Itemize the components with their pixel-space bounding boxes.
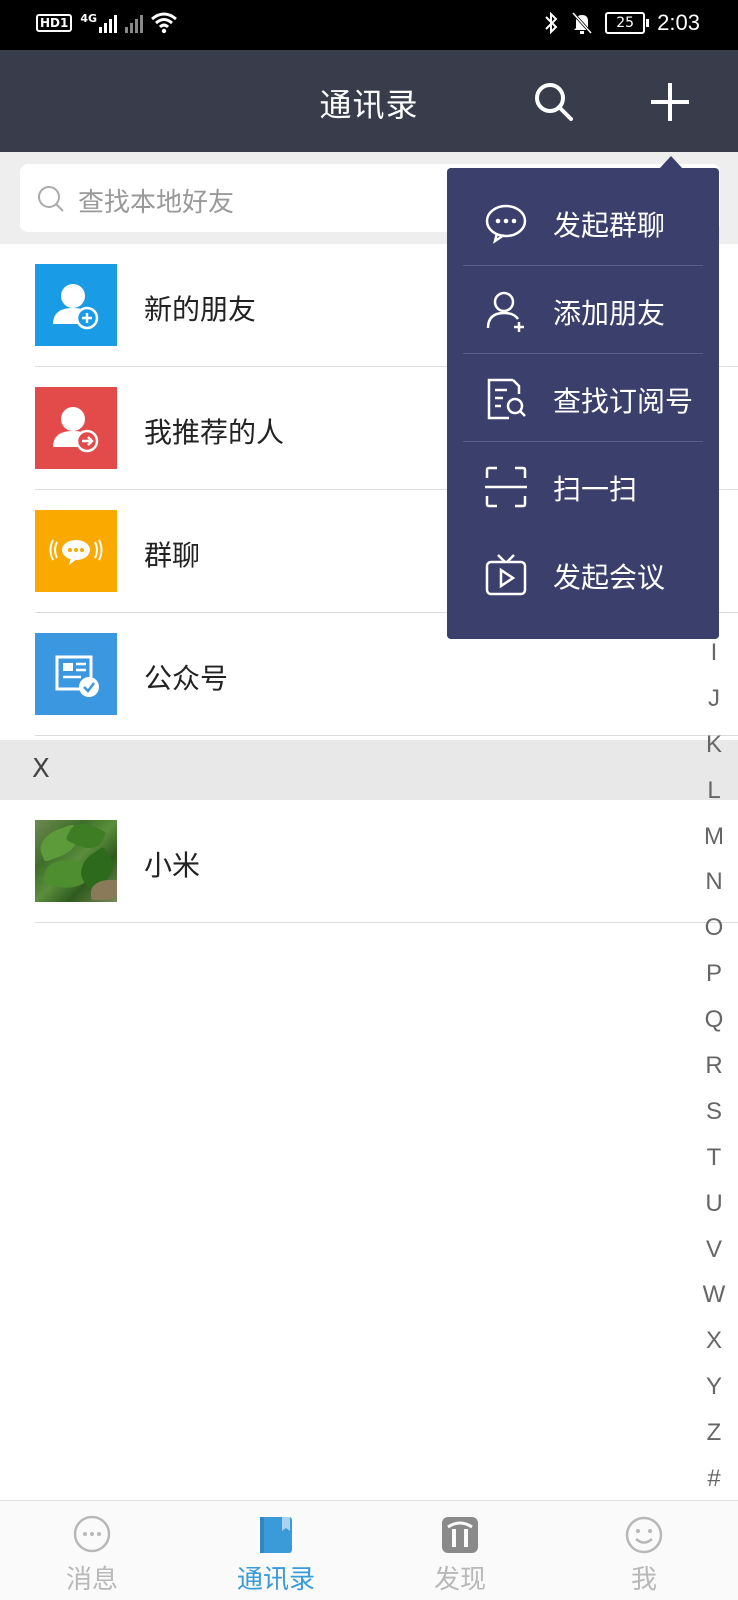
divider [35, 922, 738, 923]
section-header-x: X [0, 740, 738, 800]
signal-2-icon [125, 13, 144, 33]
index-letter[interactable]: T [696, 1135, 732, 1181]
index-letter[interactable]: S [696, 1089, 732, 1135]
menu-item-label: 发起会议 [553, 561, 666, 594]
index-letter[interactable]: W [696, 1272, 732, 1318]
list-item-label: 群聊 [144, 539, 201, 572]
menu-item-start-group-chat[interactable]: 发起群聊 [447, 178, 719, 266]
page-title: 通讯录 [319, 86, 419, 124]
search-document-icon [487, 378, 526, 420]
menu-item-start-meeting[interactable]: 发起会议 [447, 530, 719, 618]
me-smile-icon [625, 1516, 663, 1554]
message-icon [73, 1515, 111, 1553]
bluetooth-icon [545, 11, 558, 35]
divider [35, 735, 738, 736]
index-letter[interactable]: R [696, 1043, 732, 1089]
index-letter[interactable]: # [696, 1456, 732, 1502]
chat-bubble-icon [485, 204, 527, 244]
tab-messages[interactable]: 消息 [0, 1501, 184, 1600]
index-letter[interactable]: M [696, 814, 732, 860]
mute-bell-icon [572, 11, 593, 35]
official-account-icon [35, 633, 117, 715]
menu-item-label: 发起群聊 [553, 209, 666, 242]
status-left: HD1 4G [36, 11, 178, 34]
status-right: 25 2:03 [543, 10, 700, 36]
index-letter[interactable]: X [696, 1318, 732, 1364]
avatar [35, 820, 117, 902]
tab-label: 通讯录 [236, 1565, 315, 1595]
index-letter[interactable]: N [696, 859, 732, 905]
battery-icon: 25 [605, 12, 650, 34]
index-letter[interactable]: J [696, 676, 732, 722]
menu-item-label: 添加朋友 [553, 297, 666, 330]
tab-label: 消息 [65, 1565, 118, 1595]
wifi-icon [151, 12, 178, 34]
scan-icon [485, 466, 527, 508]
list-item-label: 我推荐的人 [144, 416, 285, 449]
meeting-tv-icon [485, 554, 527, 596]
tab-discover[interactable]: 发现 [368, 1501, 552, 1600]
contacts-book-icon [260, 1517, 292, 1553]
section-letter: X [32, 754, 50, 784]
index-letter[interactable]: K [696, 722, 732, 768]
tab-me[interactable]: 我 [552, 1501, 736, 1600]
index-letter[interactable]: V [696, 1227, 732, 1273]
recommend-icon [35, 387, 117, 469]
bottom-tab-bar: 消息 通讯录 发现 我 [0, 1500, 738, 1600]
add-dropdown-menu: 发起群聊 添加朋友 查找订阅号 扫一扫 发起会议 [447, 168, 719, 639]
app-header: 通讯录 [0, 50, 738, 152]
menu-item-scan[interactable]: 扫一扫 [447, 442, 719, 530]
list-item-label: 公众号 [144, 662, 229, 695]
add-user-icon [486, 291, 524, 332]
discover-icon [442, 1517, 478, 1553]
network-type: 4G [80, 11, 98, 25]
tab-label: 我 [630, 1565, 657, 1595]
plus-icon[interactable] [648, 80, 692, 124]
contact-item-xiaomi[interactable]: 小米 [0, 800, 738, 923]
list-item-label: 新的朋友 [144, 293, 257, 326]
tab-label: 发现 [433, 1565, 486, 1595]
index-letter[interactable]: Z [696, 1410, 732, 1456]
tab-contacts[interactable]: 通讯录 [184, 1501, 368, 1600]
hd-badge: HD1 [36, 14, 73, 32]
clock: 2:03 [657, 10, 700, 35]
new-friend-icon [35, 264, 117, 346]
contact-name: 小米 [144, 849, 201, 882]
index-letter[interactable]: P [696, 951, 732, 997]
index-letter[interactable]: Q [696, 997, 732, 1043]
search-placeholder: 查找本地好友 [78, 188, 235, 218]
alphabet-index[interactable]: I J K L M N O P Q R S T U V W X Y Z # [696, 630, 732, 1502]
index-letter[interactable]: Y [696, 1364, 732, 1410]
index-letter[interactable]: L [696, 768, 732, 814]
menu-item-label: 查找订阅号 [553, 385, 694, 418]
index-letter[interactable]: O [696, 905, 732, 951]
menu-item-find-subscription[interactable]: 查找订阅号 [447, 354, 719, 442]
search-icon[interactable] [532, 80, 576, 124]
menu-item-label: 扫一扫 [553, 473, 638, 506]
signal-icon [99, 13, 118, 33]
search-icon [38, 186, 64, 212]
status-bar: HD1 4G 25 2:03 [0, 0, 738, 50]
menu-item-add-friend[interactable]: 添加朋友 [447, 266, 719, 354]
index-letter[interactable]: U [696, 1181, 732, 1227]
group-chat-icon [35, 510, 117, 592]
